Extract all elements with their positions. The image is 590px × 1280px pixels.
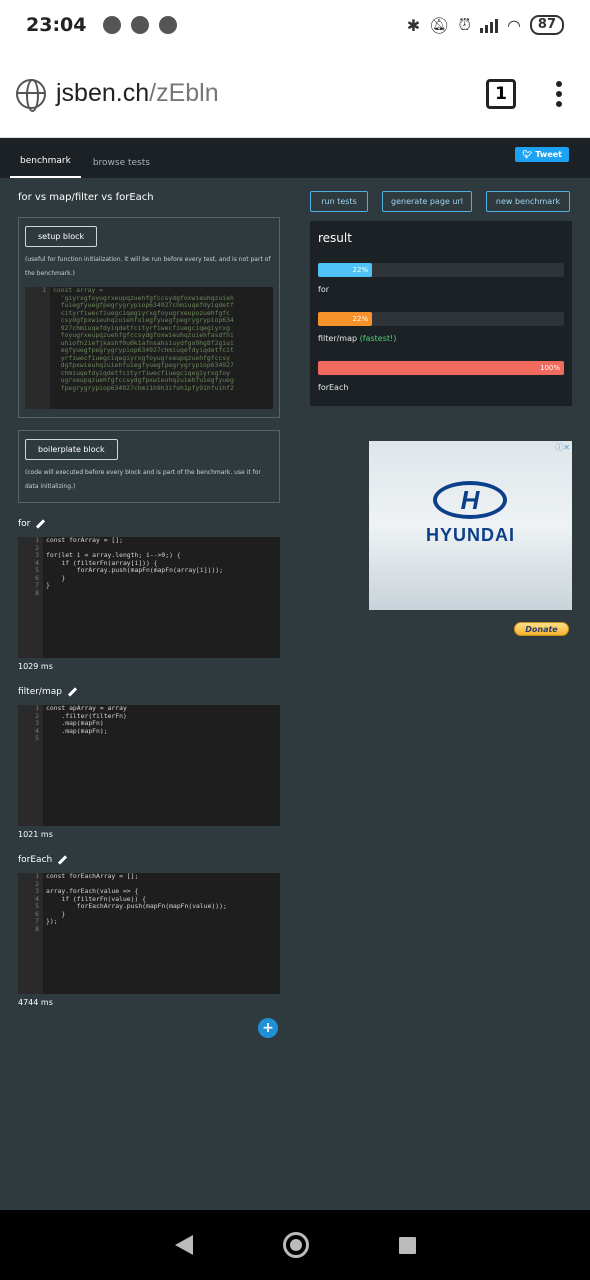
donate-button[interactable]: Donate bbox=[514, 622, 569, 636]
edit-icon[interactable] bbox=[58, 856, 66, 864]
boilerplate-section: boilerplate block (code will executed be… bbox=[18, 430, 280, 503]
test-case: forEach 1 2 3 4 5 6 7 8 const forEachArr… bbox=[18, 855, 280, 1007]
top-nav: benchmark browse tests 🐦︎ Tweet bbox=[0, 138, 590, 178]
left-column: for vs map/filter vs forEach setup block… bbox=[18, 188, 280, 1007]
edit-icon[interactable] bbox=[36, 520, 44, 528]
wifi-icon: ◠ bbox=[506, 15, 521, 35]
setup-section: setup block (useful for function initial… bbox=[18, 217, 280, 418]
new-benchmark-button[interactable]: new benchmark bbox=[486, 191, 570, 212]
setup-block-button[interactable]: setup block bbox=[25, 226, 98, 247]
test-code[interactable]: const forEachArray = []; array.forEach(v… bbox=[43, 873, 280, 994]
test-code-editor[interactable]: 1 2 3 4 5 const apArray = array .filter(… bbox=[18, 705, 280, 826]
status-bar: 23:04 ✱ 🔕︎ ⏰︎ ◠ 87 bbox=[0, 0, 590, 50]
test-code-editor[interactable]: 1 2 3 4 5 6 7 8 const forArray = []; for… bbox=[18, 537, 280, 658]
mute-icon: 🔕︎ bbox=[429, 15, 450, 35]
result-bar: 22% bbox=[318, 312, 373, 326]
result-bar: 22% bbox=[318, 263, 373, 277]
result-bar: 100% bbox=[318, 361, 564, 375]
test-label[interactable]: for bbox=[18, 519, 280, 529]
globe-icon bbox=[16, 78, 46, 112]
home-icon[interactable] bbox=[282, 1232, 309, 1258]
line-numbers: 1 2 3 4 5 6 7 8 bbox=[18, 873, 43, 994]
generate-page-url-button[interactable]: generate page url bbox=[382, 191, 472, 212]
run-tests-button[interactable]: run tests bbox=[310, 191, 368, 212]
test-timing: 1029 ms bbox=[18, 662, 53, 671]
test-case: for 1 2 3 4 5 6 7 8 const forArray = [];… bbox=[18, 519, 280, 671]
edit-icon[interactable] bbox=[68, 688, 76, 696]
result-bar-track: 22% bbox=[318, 312, 564, 326]
line-numbers: 1 2 3 4 5 bbox=[18, 705, 43, 826]
result-bar-track: 100% bbox=[318, 361, 564, 375]
result-bar-track: 22% bbox=[318, 263, 564, 277]
setup-code-editor[interactable]: 1 const array = 'giyrxgfoyugrxeupqzuehfg… bbox=[25, 287, 273, 409]
ad-close-icon[interactable]: ⓘ✕ bbox=[555, 442, 570, 453]
test-case: filter/map 1 2 3 4 5 const apArray = arr… bbox=[18, 687, 280, 839]
menu-icon[interactable] bbox=[556, 80, 562, 107]
sync-icon bbox=[131, 16, 150, 34]
battery-indicator: 87 bbox=[529, 15, 564, 35]
action-buttons: run tests generate page url new benchmar… bbox=[310, 191, 572, 212]
test-timing: 1021 ms bbox=[18, 830, 53, 839]
tab-browse-tests[interactable]: browse tests bbox=[83, 158, 160, 178]
result-bar-label: filter/map (fastest!) bbox=[318, 334, 397, 343]
test-label[interactable]: forEach bbox=[18, 855, 280, 865]
ad-brand-text: HYUNDAI bbox=[425, 525, 515, 545]
status-time: 23:04 bbox=[26, 14, 87, 36]
setup-code[interactable]: const array = 'giyrxgfoyugrxeupqzuehfgfc… bbox=[50, 287, 273, 409]
watch-icon bbox=[159, 16, 178, 34]
add-test-button[interactable]: + bbox=[258, 1018, 278, 1038]
tab-switcher-button[interactable]: 1 bbox=[486, 78, 516, 109]
recents-icon[interactable] bbox=[398, 1236, 416, 1254]
boilerplate-block-button[interactable]: boilerplate block bbox=[25, 439, 118, 460]
alarm-icon: ⏰︎ bbox=[458, 15, 471, 34]
result-panel: result 22% for 22% filter/map (fastest!)… bbox=[310, 221, 572, 406]
ad-banner[interactable]: ⓘ✕ H HYUNDAI bbox=[369, 441, 572, 610]
hyundai-logo: H bbox=[433, 481, 507, 519]
boilerplate-hint: (code will executed before every block a… bbox=[25, 469, 261, 490]
test-code[interactable]: const forArray = []; for(let i = array.l… bbox=[43, 537, 280, 658]
setup-hint: (useful for function initialization. it … bbox=[25, 256, 271, 277]
browser-url-bar[interactable]: jsben.ch/zEbln 1 bbox=[0, 50, 590, 138]
result-bar-label: for bbox=[318, 285, 329, 294]
test-code[interactable]: const apArray = array .filter(filterFn) … bbox=[43, 705, 280, 826]
system-nav-bar bbox=[0, 1210, 590, 1280]
tab-benchmark[interactable]: benchmark bbox=[10, 156, 81, 178]
bluetooth-icon: ✱ bbox=[406, 15, 421, 35]
line-numbers: 1 bbox=[25, 287, 50, 409]
tweet-button[interactable]: 🐦︎ Tweet bbox=[515, 147, 569, 162]
right-column: run tests generate page url new benchmar… bbox=[310, 191, 572, 636]
back-icon[interactable] bbox=[174, 1235, 193, 1255]
test-code-editor[interactable]: 1 2 3 4 5 6 7 8 const forEachArray = [];… bbox=[18, 873, 280, 994]
signal-icon bbox=[479, 17, 498, 33]
fastest-badge: (fastest!) bbox=[359, 334, 397, 343]
page-title: for vs map/filter vs forEach bbox=[18, 192, 154, 203]
result-title: result bbox=[318, 231, 352, 245]
line-numbers: 1 2 3 4 5 6 7 8 bbox=[18, 537, 43, 658]
test-label[interactable]: filter/map bbox=[18, 687, 280, 697]
page-content: benchmark browse tests 🐦︎ Tweet for vs m… bbox=[0, 138, 590, 1210]
test-timing: 4744 ms bbox=[18, 998, 53, 1007]
url-text[interactable]: jsben.ch/zEbln bbox=[56, 79, 219, 108]
result-bar-label: forEach bbox=[318, 383, 349, 392]
bulb-icon bbox=[103, 16, 122, 34]
